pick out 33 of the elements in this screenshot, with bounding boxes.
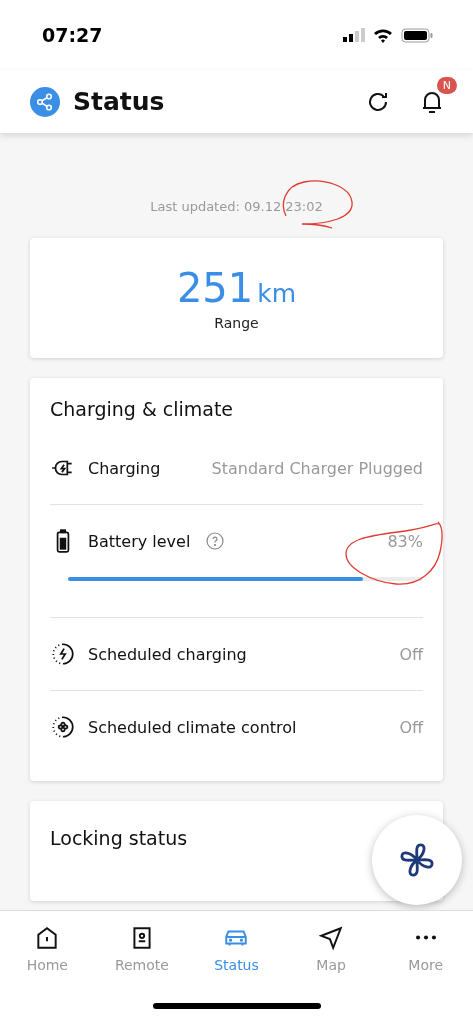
row-label: Battery level	[88, 531, 191, 551]
nav-tab[interactable]: More	[378, 925, 473, 973]
row-value: 83%	[387, 531, 423, 551]
battery-status-icon	[401, 27, 433, 43]
share-icon[interactable]	[30, 86, 60, 117]
card-title: Locking status	[50, 827, 189, 849]
last-updated-text: Last updated: 09.12 23:02	[149, 199, 324, 214]
signal-icon	[343, 28, 365, 42]
navigation-arrow-icon	[318, 925, 345, 951]
wifi-icon	[373, 27, 393, 43]
more-icon	[414, 935, 437, 940]
row-label: Scheduled climate control	[88, 717, 297, 737]
row-label: Charging	[88, 458, 161, 478]
status-time: 07:27	[42, 24, 103, 46]
page-title: Status	[73, 87, 166, 116]
notification-badge: N	[436, 76, 457, 94]
fan-icon	[400, 843, 434, 877]
card-title: Charging & climate	[50, 398, 235, 420]
scheduled-climate-icon	[50, 714, 76, 740]
climate-fab-button[interactable]	[372, 815, 462, 905]
nav-tab[interactable]: Remote	[94, 925, 190, 973]
row-label: Scheduled charging	[88, 644, 247, 664]
range-value: 251	[176, 265, 254, 311]
nav-tab[interactable]: Status	[189, 925, 284, 973]
range-unit: km	[257, 279, 297, 308]
row-value: Standard Charger Plugged	[211, 458, 423, 478]
row-value: Off	[399, 717, 423, 737]
row-value: Off	[399, 644, 423, 664]
scheduled-charging-icon	[50, 641, 76, 667]
range-label: Range	[214, 315, 259, 331]
nav-tab[interactable]: Home	[0, 925, 95, 973]
help-icon[interactable]	[206, 532, 225, 550]
nav-tab[interactable]: Map	[283, 925, 379, 973]
